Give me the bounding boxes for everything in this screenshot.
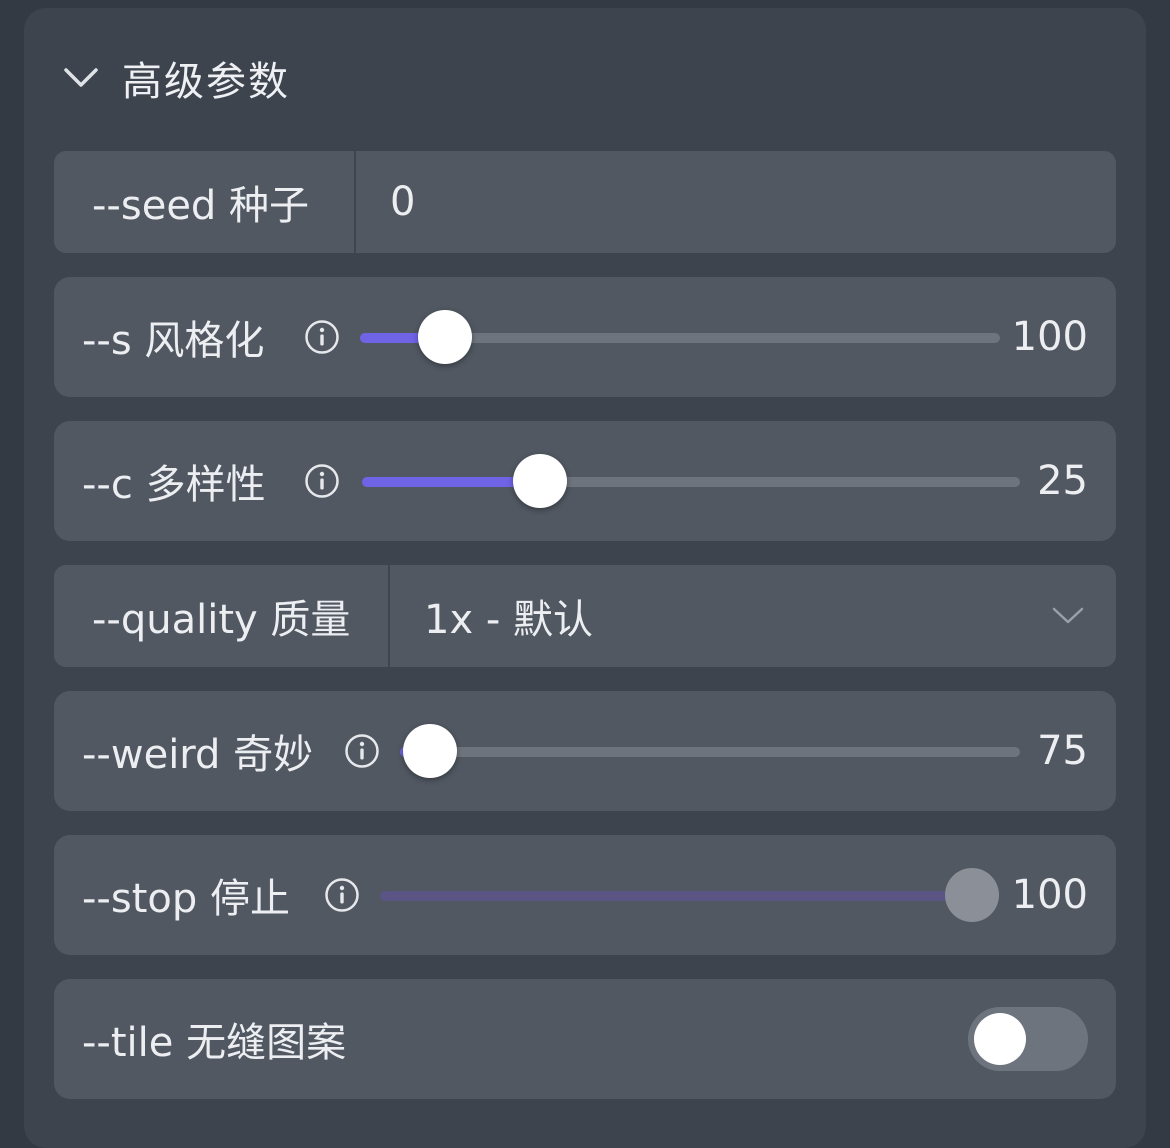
chaos-value: 25 xyxy=(1037,458,1088,504)
chevron-down-icon[interactable] xyxy=(1050,598,1086,634)
stylize-slider-thumb[interactable] xyxy=(418,310,472,364)
weird-slider-thumb[interactable] xyxy=(403,724,457,778)
chaos-row: --c 多样性 25 xyxy=(54,421,1116,541)
quality-select[interactable]: 1x - 默认 xyxy=(390,565,1116,667)
quality-row: --quality 质量 1x - 默认 xyxy=(54,565,1116,667)
seed-row: --seed 种子 0 xyxy=(54,151,1116,253)
stylize-row: --s 风格化 100 xyxy=(54,277,1116,397)
section-title: 高级参数 xyxy=(122,59,290,105)
weird-slider[interactable] xyxy=(400,724,1020,778)
stop-label: --stop 停止 xyxy=(82,876,290,922)
info-icon[interactable] xyxy=(304,463,340,499)
quality-selected-value: 1x - 默认 xyxy=(424,597,593,643)
info-icon[interactable] xyxy=(304,319,340,355)
chaos-slider-thumb[interactable] xyxy=(513,454,567,508)
weird-value: 75 xyxy=(1037,728,1088,774)
stylize-label: --s 风格化 xyxy=(82,318,265,364)
quality-label: --quality 质量 xyxy=(54,565,390,667)
info-icon[interactable] xyxy=(344,733,380,769)
tile-toggle[interactable] xyxy=(968,1007,1088,1071)
chaos-label: --c 多样性 xyxy=(82,462,266,508)
stop-slider[interactable] xyxy=(380,868,999,922)
stylize-slider[interactable] xyxy=(360,310,1000,364)
tile-toggle-knob xyxy=(974,1013,1026,1065)
stop-slider-fill xyxy=(380,891,972,901)
stylize-value: 100 xyxy=(1011,314,1088,360)
tile-label: --tile 无缝图案 xyxy=(82,1020,347,1066)
stop-value: 100 xyxy=(1011,872,1088,918)
section-header[interactable]: 高级参数 xyxy=(64,48,290,108)
seed-input[interactable]: 0 xyxy=(356,151,1116,253)
advanced-params-panel: 高级参数 --seed 种子 0 --s 风格化 100 --c 多样性 25 … xyxy=(24,8,1146,1148)
seed-label: --seed 种子 xyxy=(54,151,356,253)
weird-label: --weird 奇妙 xyxy=(82,732,314,778)
weird-row: --weird 奇妙 75 xyxy=(54,691,1116,811)
stop-slider-thumb[interactable] xyxy=(945,868,999,922)
tile-row: --tile 无缝图案 xyxy=(54,979,1116,1099)
chaos-slider[interactable] xyxy=(362,454,1020,508)
info-icon[interactable] xyxy=(324,877,360,913)
stop-row: --stop 停止 100 xyxy=(54,835,1116,955)
chevron-down-icon[interactable] xyxy=(64,61,98,95)
